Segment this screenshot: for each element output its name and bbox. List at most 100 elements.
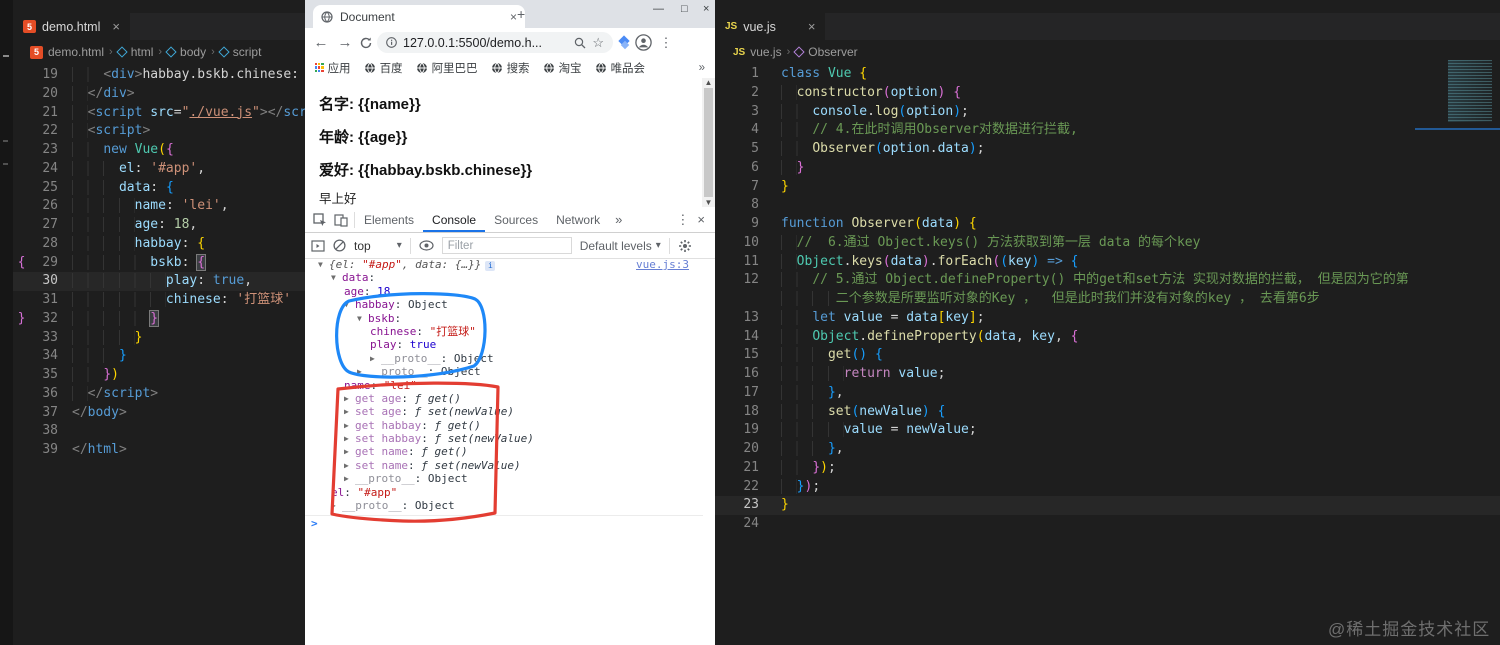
code-line[interactable]: 8 bbox=[715, 196, 1500, 215]
code-line[interactable]: 28 habbay: { bbox=[13, 235, 305, 254]
console-entry[interactable]: ▼ habbay: Object bbox=[305, 298, 703, 311]
console-entry[interactable]: ▶ set age: ƒ set(newValue) bbox=[305, 405, 703, 418]
console-entry[interactable]: ▼ bskb: bbox=[305, 312, 703, 325]
breadcrumb-item[interactable]: script bbox=[218, 45, 261, 59]
minimap[interactable] bbox=[1448, 60, 1492, 122]
browser-tab-document[interactable]: Document × bbox=[313, 5, 525, 28]
code-line[interactable]: 22 <script> bbox=[13, 122, 305, 141]
disclosure-arrow-icon[interactable]: ▼ bbox=[331, 271, 342, 284]
code-line[interactable]: } 32 } bbox=[13, 309, 305, 329]
disclosure-arrow-icon[interactable]: ▼ bbox=[318, 258, 329, 271]
breadcrumb-item[interactable]: JS vue.js bbox=[733, 45, 782, 59]
console-entry[interactable]: play: true bbox=[305, 338, 703, 351]
code-line[interactable]: 16 return value; bbox=[715, 365, 1500, 384]
context-selector[interactable]: top ▾ bbox=[354, 239, 402, 253]
bookmark-item[interactable]: 淘宝 bbox=[543, 60, 582, 76]
code-line[interactable]: 9 function Observer(data) { bbox=[715, 215, 1500, 234]
code-line[interactable]: 6 } bbox=[715, 159, 1500, 178]
code-line[interactable]: 10 // 6.通过 Object.keys() 方法获取到第一层 data 的… bbox=[715, 234, 1500, 253]
code-line[interactable]: 二个参数是所要监听对象的Key ， 但是此时我们并没有对象的key ， 去看第6… bbox=[715, 290, 1500, 309]
code-line[interactable]: 38 bbox=[13, 422, 305, 441]
disclosure-arrow-icon[interactable]: ▶ bbox=[344, 459, 355, 472]
info-icon[interactable] bbox=[386, 37, 397, 48]
bookmarks-overflow-icon[interactable]: » bbox=[699, 62, 705, 74]
code-line[interactable]: 21 <script src="./vue.js"></scr bbox=[13, 104, 307, 123]
code-line[interactable]: 13 let value = data[key]; bbox=[715, 309, 1500, 328]
code-line[interactable]: 21 }); bbox=[715, 459, 1500, 478]
console-entry[interactable]: age: 18 bbox=[305, 285, 703, 298]
url-text[interactable]: 127.0.0.1:5500/demo.h... bbox=[403, 36, 568, 50]
apps-shortcut[interactable]: 应用 bbox=[315, 60, 351, 76]
disclosure-arrow-icon[interactable]: ▶ bbox=[370, 352, 381, 365]
breadcrumb-item[interactable]: body bbox=[165, 45, 206, 59]
code-line[interactable]: 23 new Vue({ bbox=[13, 141, 305, 160]
tab-close-icon[interactable]: × bbox=[808, 19, 816, 34]
code-line[interactable]: 5 Observer(option.data); bbox=[715, 140, 1500, 159]
devtools-tab-network[interactable]: Network bbox=[547, 207, 609, 232]
info-icon[interactable]: i bbox=[485, 261, 496, 271]
code-line[interactable]: 15 get() { bbox=[715, 346, 1500, 365]
code-line[interactable]: 1 class Vue { bbox=[715, 65, 1500, 84]
code-line[interactable]: 26 name: 'lei', bbox=[13, 197, 305, 216]
address-bar[interactable]: 127.0.0.1:5500/demo.h... ☆ bbox=[377, 32, 613, 53]
breadcrumb[interactable]: 5 demo.html › html › body › script bbox=[30, 42, 262, 62]
breadcrumb-item[interactable]: 5 demo.html bbox=[30, 45, 104, 59]
code-line[interactable]: 36 </script> bbox=[13, 385, 305, 404]
devtools-tab-sources[interactable]: Sources bbox=[485, 207, 547, 232]
console-entry[interactable]: ▶ __proto__: Object bbox=[305, 499, 703, 512]
console-entry[interactable]: name: "lei" bbox=[305, 379, 703, 392]
tab-close-icon[interactable]: × bbox=[510, 10, 517, 24]
page-scrollbar[interactable]: ▲ ▼ bbox=[702, 78, 715, 207]
disclosure-arrow-icon[interactable]: ▼ bbox=[357, 312, 368, 325]
code-line[interactable]: 34 } bbox=[13, 347, 305, 366]
log-levels-dropdown[interactable]: Default levels ▾ bbox=[580, 239, 661, 253]
devtools-tab-elements[interactable]: Elements bbox=[355, 207, 423, 232]
device-toolbar-icon[interactable] bbox=[334, 213, 348, 227]
console-source-link[interactable]: vue.js:3 bbox=[636, 258, 689, 271]
code-line[interactable]: 23} bbox=[715, 496, 1500, 515]
breadcrumb[interactable]: JS vue.js › Observer bbox=[733, 42, 858, 62]
code-line[interactable]: 4 // 4.在此时调用Observer对数据进行拦截, bbox=[715, 121, 1500, 140]
console-sidebar-icon[interactable] bbox=[311, 239, 325, 252]
console-entry[interactable]: ▶ get habbay: ƒ get() bbox=[305, 419, 703, 432]
bookmark-item[interactable]: 唯品会 bbox=[595, 60, 645, 76]
code-line[interactable]: 19 value = newValue; bbox=[715, 421, 1500, 440]
code-line[interactable]: 35 }) bbox=[13, 366, 305, 385]
disclosure-arrow-icon[interactable]: ▶ bbox=[357, 365, 368, 378]
profile-avatar-icon[interactable] bbox=[635, 34, 652, 51]
maximize-button[interactable]: □ bbox=[681, 3, 688, 15]
disclosure-arrow-icon[interactable]: ▶ bbox=[344, 445, 355, 458]
code-line[interactable]: 22 }); bbox=[715, 478, 1500, 497]
code-line[interactable]: 25 data: { bbox=[13, 179, 305, 198]
tab-demo-html[interactable]: 5 demo.html × bbox=[13, 13, 130, 40]
code-line[interactable]: 20 }, bbox=[715, 440, 1500, 459]
settings-gear-icon[interactable] bbox=[678, 239, 692, 253]
console-entry[interactable]: ▶ get age: ƒ get() bbox=[305, 392, 703, 405]
code-line[interactable]: 12 // 5.通过 Object.defineProperty() 中的get… bbox=[715, 271, 1500, 290]
code-area-demo-html[interactable]: 19 <div>habbay.bskb.chinese: 20 </div> 21 … bbox=[13, 66, 307, 460]
code-line[interactable]: 37 </body> bbox=[13, 404, 305, 423]
console-entry[interactable]: ▶ set habbay: ƒ set(newValue) bbox=[305, 432, 703, 445]
browser-menu-icon[interactable]: ⋮ bbox=[656, 35, 676, 51]
code-line[interactable]: {29 bskb: { bbox=[13, 253, 305, 273]
code-line[interactable]: 24 el: '#app', bbox=[13, 160, 305, 179]
console-entry[interactable]: el: "#app" bbox=[305, 486, 703, 499]
code-line[interactable]: 39 </html> bbox=[13, 441, 305, 460]
console-entry[interactable]: chinese: "打篮球" bbox=[305, 325, 703, 338]
reload-button[interactable] bbox=[359, 36, 373, 50]
code-line[interactable]: 31 chinese: '打篮球' bbox=[13, 291, 305, 310]
devtools-menu-icon[interactable]: ⋮ bbox=[668, 212, 697, 228]
disclosure-arrow-icon[interactable]: ▶ bbox=[344, 432, 355, 445]
bookmark-item[interactable]: 搜索 bbox=[491, 60, 530, 76]
console-filter-input[interactable] bbox=[441, 237, 572, 254]
console-entry[interactable]: ▶ set name: ƒ set(newValue) bbox=[305, 459, 703, 472]
devtools-close-icon[interactable]: × bbox=[697, 212, 715, 227]
clear-console-icon[interactable] bbox=[333, 239, 346, 252]
code-line[interactable]: 18 set(newValue) { bbox=[715, 403, 1500, 422]
forward-button[interactable]: → bbox=[335, 34, 355, 51]
disclosure-arrow-icon[interactable]: ▶ bbox=[344, 472, 355, 485]
code-line[interactable]: 27 age: 18, bbox=[13, 216, 305, 235]
tab-close-icon[interactable]: × bbox=[112, 19, 120, 34]
breadcrumb-item[interactable]: html bbox=[116, 45, 153, 59]
minimize-button[interactable]: — bbox=[653, 3, 664, 15]
